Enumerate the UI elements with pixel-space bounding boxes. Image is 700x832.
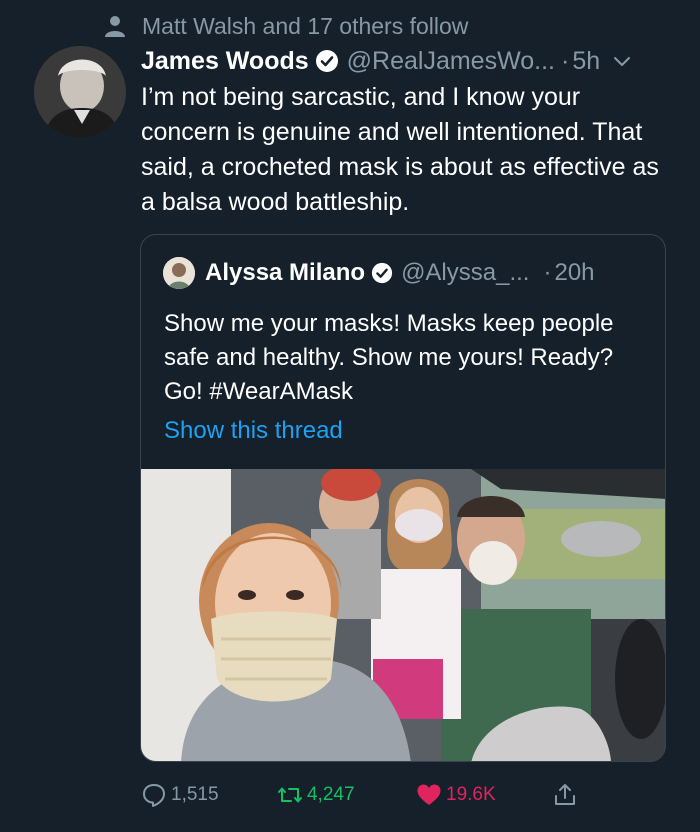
verified-icon — [315, 50, 338, 72]
tweet-header: James Woods @RealJamesWo... · 5h — [141, 44, 684, 78]
quoted-tweet-header: Alyssa Milano @Alyssa_... · 20h — [163, 257, 595, 289]
verified-icon — [371, 262, 393, 284]
reply-count: 1,515 — [171, 784, 219, 805]
quoted-tweet-time: 20h — [554, 259, 595, 286]
chevron-down-icon[interactable] — [610, 49, 634, 73]
retweet-icon — [278, 787, 302, 803]
author-name[interactable]: James Woods — [141, 47, 309, 76]
social-context[interactable]: Matt Walsh and 17 others follow — [104, 12, 468, 40]
author-avatar-image — [34, 46, 126, 138]
share-icon — [555, 784, 575, 805]
tweet-text: I’m not being sarcastic, and I know your… — [141, 83, 659, 216]
reply-button[interactable]: 1,515 — [141, 782, 219, 808]
reply-icon — [143, 784, 165, 807]
heart-icon — [417, 784, 441, 805]
tweet-actions: 1,515 4,247 19.6K — [141, 778, 601, 812]
quoted-avatar-image — [163, 257, 195, 289]
author-handle[interactable]: @RealJamesWo... — [347, 47, 555, 76]
quoted-author-avatar — [163, 257, 195, 289]
social-context-text: Matt Walsh and 17 others follow — [142, 12, 469, 39]
retweet-count: 4,247 — [307, 784, 355, 805]
show-thread-link[interactable]: Show this thread — [164, 417, 343, 445]
author-avatar[interactable] — [34, 46, 126, 138]
tweet-time[interactable]: 5h — [572, 47, 600, 76]
quoted-tweet-photo[interactable] — [141, 469, 666, 762]
quoted-tweet-text: Show me your masks! Masks keep people sa… — [164, 310, 614, 405]
separator-dot: · — [560, 46, 570, 75]
share-button[interactable] — [552, 782, 582, 808]
retweet-button[interactable]: 4,247 — [277, 782, 355, 808]
like-count: 19.6K — [446, 784, 496, 805]
like-button[interactable]: 19.6K — [416, 782, 496, 808]
quoted-author-name: Alyssa Milano — [205, 259, 366, 286]
person-icon — [105, 16, 125, 37]
separator-dot: · — [543, 259, 552, 286]
quoted-tweet[interactable]: Alyssa Milano @Alyssa_... · 20h Show me … — [140, 234, 666, 762]
quoted-author-handle: @Alyssa_... — [401, 259, 530, 286]
